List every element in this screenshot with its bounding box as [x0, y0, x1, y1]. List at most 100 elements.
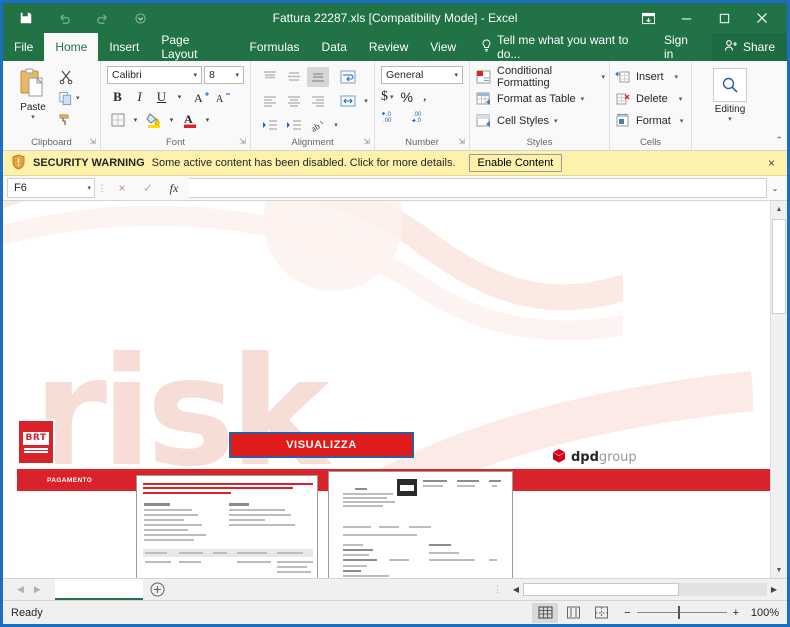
- italic-button[interactable]: I: [129, 87, 150, 107]
- clipboard-dialog-launcher[interactable]: ⇲: [89, 134, 96, 149]
- previous-sheet-icon[interactable]: ◀: [17, 584, 24, 595]
- customize-quick-access-icon[interactable]: [131, 9, 149, 27]
- currency-button[interactable]: $: [381, 89, 388, 105]
- underline-dropdown-icon[interactable]: ▾: [173, 87, 186, 107]
- page-break-preview-button[interactable]: [588, 603, 614, 623]
- security-warning-bar[interactable]: SECURITY WARNING Some active content has…: [3, 151, 787, 176]
- worksheet-canvas[interactable]: risk BRT VISUALIZZA dpdgroup PAGAMENTO: [3, 201, 770, 578]
- format-painter-button[interactable]: [58, 110, 80, 128]
- horizontal-scrollbar[interactable]: ◀ ▶: [509, 583, 787, 596]
- vertical-scroll-thumb[interactable]: [772, 219, 786, 314]
- zoom-slider[interactable]: [636, 606, 727, 619]
- fill-color-button[interactable]: [143, 110, 164, 130]
- borders-dropdown-icon[interactable]: ▾: [129, 110, 142, 130]
- align-left-button[interactable]: [259, 91, 281, 111]
- formula-input[interactable]: [189, 178, 767, 198]
- close-security-bar-icon[interactable]: ×: [768, 156, 779, 170]
- insert-function-button[interactable]: fx: [161, 178, 187, 198]
- merge-and-center-button[interactable]: [337, 91, 359, 111]
- increase-decimal-button[interactable]: .0.00: [381, 109, 401, 126]
- borders-button[interactable]: [107, 110, 128, 130]
- zoom-in-button[interactable]: +: [733, 607, 739, 619]
- align-center-button[interactable]: [283, 91, 305, 111]
- close-icon[interactable]: [743, 3, 781, 33]
- sign-in-button[interactable]: Sign in: [652, 33, 712, 61]
- orientation-button[interactable]: ab: [307, 115, 329, 135]
- visualizza-button[interactable]: VISUALIZZA: [229, 432, 414, 458]
- confirm-entry-button[interactable]: ✓: [135, 178, 161, 198]
- scroll-left-icon[interactable]: ◀: [509, 585, 523, 594]
- font-size-input[interactable]: 8 ▾: [204, 66, 244, 84]
- cancel-entry-button[interactable]: ×: [109, 178, 135, 198]
- normal-view-button[interactable]: [532, 602, 559, 623]
- align-top-button[interactable]: [259, 67, 281, 87]
- delete-cells-button[interactable]: Delete ▾: [615, 88, 682, 110]
- font-name-input[interactable]: Calibri ▾: [107, 66, 202, 84]
- alignment-dialog-launcher[interactable]: ⇲: [363, 134, 370, 149]
- number-format-select[interactable]: General ▾: [381, 66, 463, 84]
- undo-icon[interactable]: [55, 9, 73, 27]
- scroll-up-icon[interactable]: ▲: [771, 201, 787, 217]
- tab-insert[interactable]: Insert: [98, 33, 150, 61]
- comma-style-button[interactable]: ,: [423, 89, 427, 105]
- increase-font-size-button[interactable]: A: [191, 87, 212, 107]
- minimize-icon[interactable]: [667, 3, 705, 33]
- zoom-out-button[interactable]: −: [624, 607, 630, 619]
- invoice-preview-page-2[interactable]: [328, 471, 513, 578]
- scroll-down-icon[interactable]: ▼: [771, 562, 787, 578]
- enable-content-button[interactable]: Enable Content: [468, 154, 563, 172]
- currency-dropdown-icon[interactable]: ▾: [390, 93, 394, 101]
- underline-button[interactable]: U: [151, 87, 172, 107]
- tab-view[interactable]: View: [419, 33, 467, 61]
- vertical-scroll-track[interactable]: [771, 217, 787, 562]
- editing-button[interactable]: Editing ▾: [700, 65, 760, 123]
- ribbon-display-options-icon[interactable]: [629, 3, 667, 33]
- conditional-formatting-button[interactable]: Conditional Formatting ▾: [476, 65, 605, 89]
- horizontal-scroll-track[interactable]: [523, 583, 767, 596]
- name-box[interactable]: F6 ▾: [7, 178, 95, 198]
- add-sheet-button[interactable]: [143, 582, 173, 597]
- copy-button[interactable]: ▾: [58, 89, 80, 107]
- horizontal-scroll-thumb[interactable]: [523, 583, 680, 596]
- tab-formulas[interactable]: Formulas: [239, 33, 311, 61]
- maximize-icon[interactable]: [705, 3, 743, 33]
- font-dialog-launcher[interactable]: ⇲: [239, 134, 246, 149]
- vertical-scrollbar[interactable]: ▲ ▼: [770, 201, 787, 578]
- increase-indent-button[interactable]: [283, 115, 305, 135]
- orientation-dropdown-icon[interactable]: ▾: [331, 115, 341, 135]
- tab-file[interactable]: File: [3, 33, 44, 61]
- cell-styles-button[interactable]: Cell Styles ▾: [476, 110, 557, 132]
- tab-data[interactable]: Data: [311, 33, 358, 61]
- redo-icon[interactable]: [93, 9, 111, 27]
- wrap-text-button[interactable]: [337, 67, 359, 87]
- percent-button[interactable]: %: [401, 89, 413, 105]
- zoom-slider-handle[interactable]: [677, 606, 680, 619]
- align-bottom-button[interactable]: [307, 67, 329, 87]
- share-button[interactable]: Share: [711, 33, 787, 61]
- collapse-ribbon-icon[interactable]: ⌃: [775, 133, 783, 148]
- merge-dropdown-icon[interactable]: ▾: [361, 91, 371, 111]
- number-dialog-launcher[interactable]: ⇲: [458, 134, 465, 149]
- tab-split-handle[interactable]: ⋮: [487, 584, 509, 595]
- next-sheet-icon[interactable]: ▶: [34, 584, 41, 595]
- font-color-button[interactable]: A: [179, 110, 200, 130]
- align-middle-button[interactable]: [283, 67, 305, 87]
- decrease-decimal-button[interactable]: .00.0: [411, 109, 431, 126]
- format-cells-button[interactable]: Format ▾: [615, 110, 683, 132]
- tab-review[interactable]: Review: [358, 33, 419, 61]
- page-layout-view-button[interactable]: [560, 603, 586, 623]
- sheet-tab[interactable]: [54, 579, 143, 600]
- fill-color-dropdown-icon[interactable]: ▾: [165, 110, 178, 130]
- tab-home[interactable]: Home: [44, 33, 99, 61]
- format-as-table-button[interactable]: Format as Table ▾: [476, 88, 584, 110]
- zoom-level-label[interactable]: 100%: [745, 607, 779, 619]
- align-right-button[interactable]: [307, 91, 329, 111]
- decrease-font-size-button[interactable]: A: [213, 87, 234, 107]
- bold-button[interactable]: B: [107, 87, 128, 107]
- cut-button[interactable]: [58, 68, 80, 86]
- save-icon[interactable]: [17, 9, 35, 27]
- name-box-dropdown-icon[interactable]: ▾: [87, 184, 91, 192]
- decrease-indent-button[interactable]: [259, 115, 281, 135]
- invoice-preview-page-1[interactable]: [136, 475, 318, 578]
- tell-me-search[interactable]: Tell me what you want to do...: [481, 33, 652, 61]
